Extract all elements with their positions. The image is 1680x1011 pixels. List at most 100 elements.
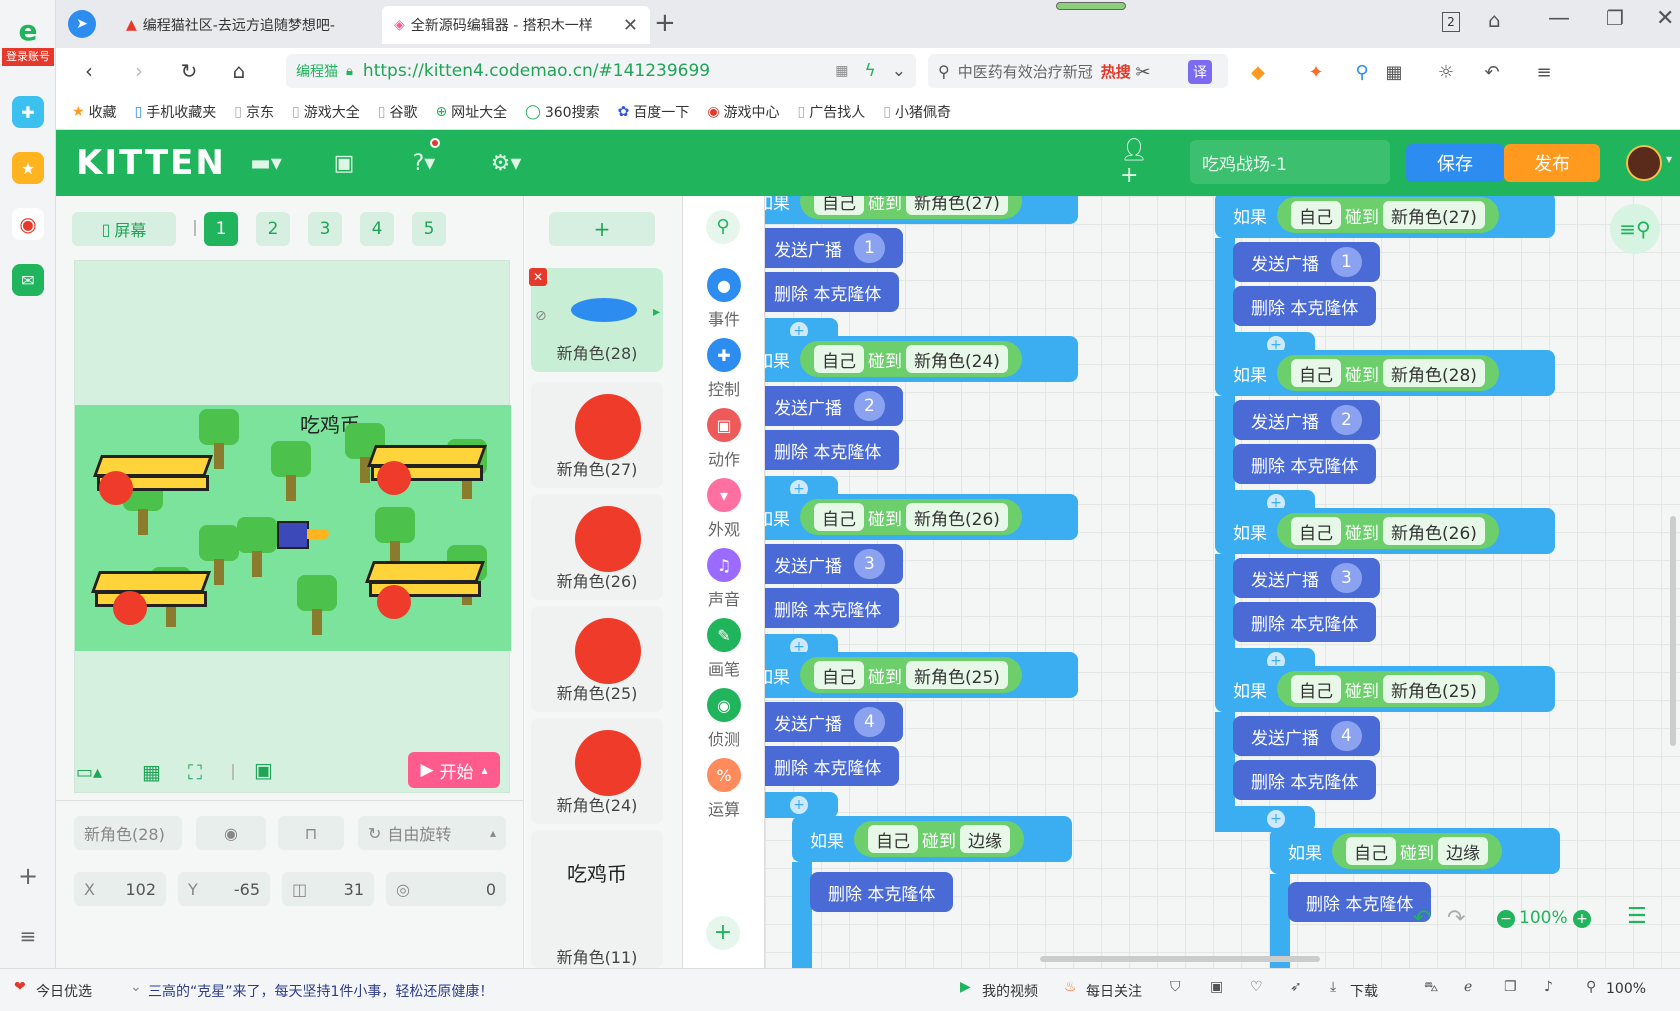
broadcast-block[interactable]: 发送广播 4 — [1233, 716, 1380, 756]
download-link[interactable]: 下载 — [1350, 981, 1378, 1001]
start-button[interactable]: ▶ 开始 ▴ — [408, 752, 500, 788]
screen-button[interactable]: ▯ 屏幕 — [72, 212, 176, 246]
chevron-right-icon[interactable]: ▸ — [653, 304, 660, 320]
sprite-card[interactable]: ✕ ⊘ ▸ 新角色(28) — [529, 268, 663, 372]
if-touch-block[interactable]: 如果自己碰到新角色(26)发送广播3删除 本克隆体+ — [765, 494, 1098, 660]
qr-icon[interactable]: ▦ — [835, 63, 848, 79]
forward-icon[interactable]: › — [126, 58, 152, 84]
add-sprite-button[interactable]: + — [549, 212, 655, 246]
image-icon[interactable]: ▣ — [1210, 979, 1223, 995]
project-name-input[interactable]: 吃鸡战场-1 — [1190, 140, 1390, 184]
play-preview-icon[interactable]: ▣ — [254, 758, 273, 782]
tab-editor[interactable]: ◈ 全新源码编辑器 - 搭积木一样 ✕ — [382, 6, 650, 44]
grid-icon[interactable]: ▦ — [142, 760, 161, 784]
self-dropdown[interactable]: 自己 — [814, 661, 864, 689]
x-field[interactable]: X 102 — [74, 872, 166, 906]
add-collaborator-icon[interactable]: 👤︎+ — [1120, 138, 1156, 188]
target-sprite-dropdown[interactable]: 新角色(28) — [1383, 359, 1485, 387]
bookmark-item[interactable]: ▯ 手机收藏夹 — [135, 102, 217, 122]
sprite-card[interactable]: 新角色(25) — [531, 606, 663, 712]
stage-canvas[interactable]: 吃鸡币 — [74, 260, 511, 793]
stage-size-icon[interactable]: ▭▴ — [76, 762, 102, 783]
scene-tab-3[interactable]: 3 — [308, 212, 342, 246]
security-icon[interactable]: ⛉ — [1170, 979, 1181, 995]
delete-sprite-icon[interactable]: ✕ — [529, 268, 547, 286]
rocket-icon[interactable]: ➶ — [1290, 979, 1302, 995]
category-operators[interactable]: % 运算 — [683, 758, 765, 824]
page-zoom[interactable]: 100% — [1606, 981, 1646, 997]
if-touch-block[interactable]: 如果自己碰到新角色(25)发送广播4删除 本克隆体+ — [1215, 666, 1575, 832]
category-control[interactable]: ✚ 控制 — [683, 338, 765, 404]
daily-follow-link[interactable]: 每日关注 — [1086, 981, 1142, 1001]
target-sprite-dropdown[interactable]: 新角色(24) — [906, 345, 1008, 373]
lightning-icon[interactable]: ϟ — [865, 61, 876, 81]
self-dropdown[interactable]: 自己 — [1291, 517, 1341, 545]
favorites-star-icon[interactable]: ★ — [12, 152, 44, 184]
close-window-icon[interactable]: ✕ — [1656, 6, 1674, 31]
apps-grid-icon[interactable]: ▦ — [1382, 60, 1406, 84]
align-icon[interactable]: ☰ — [1627, 904, 1647, 929]
folder-icon[interactable]: ▬▾ — [248, 148, 284, 178]
target-sprite-dropdown[interactable]: 新角色(25) — [906, 661, 1008, 689]
translate-icon[interactable]: 译 — [1188, 60, 1212, 84]
health-icon[interactable]: ♡ — [1250, 979, 1263, 995]
shirt-icon[interactable]: ⌂ — [1488, 8, 1501, 32]
menu-list-icon[interactable]: ≡ — [12, 920, 44, 952]
self-dropdown[interactable]: 自己 — [1291, 675, 1341, 703]
my-video-link[interactable]: 我的视频 — [982, 981, 1038, 1001]
delete-clone-block[interactable]: 删除 本克隆体 — [1233, 602, 1377, 642]
category-pen[interactable]: ✎ 画笔 — [683, 618, 765, 684]
category-looks[interactable]: ▾ 外观 — [683, 478, 765, 544]
new-tab-button[interactable]: + — [654, 8, 676, 38]
sprite-card[interactable]: 新角色(26) — [531, 494, 663, 600]
sound-icon[interactable]: ♪ — [1544, 979, 1553, 995]
message-dropdown[interactable]: 2 — [1331, 405, 1362, 435]
scene-tab-1[interactable]: 1 — [204, 212, 238, 246]
self-dropdown[interactable]: 自己 — [814, 345, 864, 373]
workspace-scrollbar[interactable] — [1670, 516, 1676, 746]
chevron-up-icon[interactable]: ▴ — [482, 763, 488, 777]
category-sound[interactable]: ♫ 声音 — [683, 548, 765, 614]
message-dropdown[interactable]: 2 — [854, 391, 885, 421]
target-sprite-dropdown[interactable]: 新角色(27) — [1383, 201, 1485, 229]
bookmark-item[interactable]: ▯ 京东 — [234, 102, 274, 122]
if-edge-block-right[interactable]: 如果 自己 碰到 边缘 删除 本克隆体 — [1270, 828, 1630, 968]
weibo-icon[interactable]: ◉ — [12, 208, 44, 240]
sun-icon[interactable]: ☼ — [1434, 60, 1458, 84]
bookmark-item[interactable]: ✿ 百度一下 — [618, 102, 690, 122]
if-touch-block[interactable]: 如果自己碰到新角色(24)发送广播2删除 本克隆体+ — [765, 336, 1098, 502]
back-icon[interactable]: ‹ — [76, 58, 102, 84]
bookmark-item[interactable]: ▯ 游戏大全 — [292, 102, 360, 122]
self-dropdown[interactable]: 自己 — [1291, 201, 1341, 229]
target-sprite-dropdown[interactable]: 新角色(25) — [1383, 675, 1485, 703]
self-dropdown[interactable]: 自己 — [1346, 837, 1396, 865]
lock-toggle[interactable]: ⊓ — [278, 816, 344, 850]
edge-dropdown[interactable]: 边缘 — [1438, 837, 1488, 865]
horizontal-scrollbar[interactable] — [1040, 956, 1320, 962]
browser-logo-icon[interactable]: e — [12, 14, 44, 47]
broadcast-block[interactable]: 发送广播 1 — [765, 228, 903, 268]
self-dropdown[interactable]: 自己 — [814, 503, 864, 531]
delete-clone-block[interactable]: 删除 本克隆体 — [810, 872, 954, 912]
save-button[interactable]: 保存 — [1406, 144, 1504, 182]
hot-search-badge[interactable]: 热搜 — [1101, 61, 1131, 82]
scene-tab-5[interactable]: 5 — [412, 212, 446, 246]
zoom-out-icon[interactable]: − — [1497, 910, 1515, 928]
magnifier-icon[interactable]: ⚲ — [1350, 60, 1374, 84]
broadcast-block[interactable]: 发送广播 2 — [765, 386, 903, 426]
broadcast-block[interactable]: 发送广播 3 — [765, 544, 903, 584]
message-dropdown[interactable]: 1 — [1331, 247, 1362, 277]
bookmark-item[interactable]: ▯ 广告找人 — [798, 102, 866, 122]
sprite-name-field[interactable]: 新角色(28) — [74, 816, 182, 850]
broadcast-block[interactable]: 发送广播 3 — [1233, 558, 1380, 598]
bookmark-item[interactable]: ⊕ 网址大全 — [435, 102, 507, 122]
home-icon[interactable]: ⌂ — [226, 58, 252, 84]
y-field[interactable]: Y -65 — [178, 872, 270, 906]
menu-icon[interactable]: ≡ — [1532, 60, 1556, 84]
delete-clone-block[interactable]: 删除 本克隆体 — [1288, 882, 1432, 922]
bookmark-item[interactable]: ▯ 小猪佩奇 — [883, 102, 951, 122]
publish-button[interactable]: 发布 — [1504, 144, 1600, 182]
code-workspace[interactable]: 如果 自己 碰到 边缘 删除 本克隆体 如果 自己 碰到 边缘 删除 本克隆体 … — [765, 196, 1680, 968]
nav-compass-icon[interactable]: ➤ — [68, 10, 96, 38]
message-dropdown[interactable]: 3 — [854, 549, 885, 579]
